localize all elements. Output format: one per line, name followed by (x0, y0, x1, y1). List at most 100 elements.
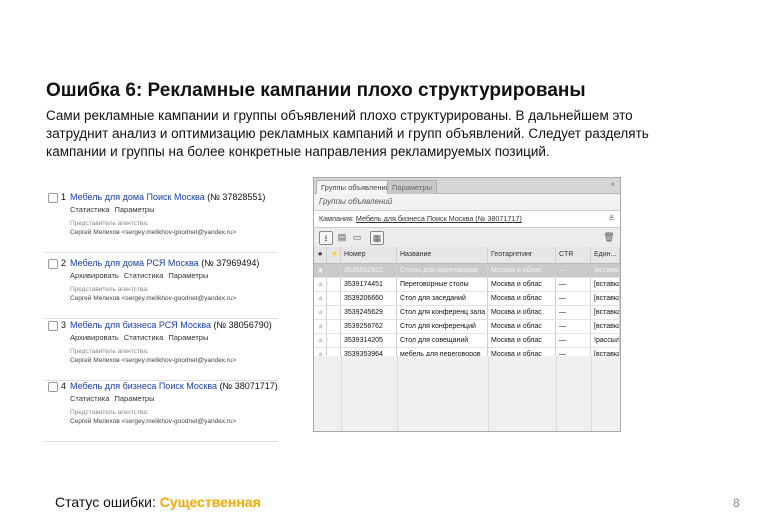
slide-description: Сами рекламные кампании и группы объявле… (46, 107, 686, 161)
cell-number: 3539174451 (341, 278, 397, 291)
cell-number: 3539314205 (341, 334, 397, 347)
star-icon[interactable]: ★ (314, 306, 327, 319)
star-icon[interactable]: ★ (314, 334, 327, 347)
campaign-item: 3 Мебель для бизнеса РСЯ Москва (№ 38056… (45, 313, 278, 381)
table-row[interactable]: ★ 3539256762 Стол для конференций Москва… (314, 320, 620, 334)
campaign-action-link[interactable]: Архивировать (70, 271, 119, 280)
campaign-link[interactable]: Мебель для бизнеса РСЯ Москва (70, 320, 211, 330)
column-header-ctr[interactable]: CTR (556, 247, 591, 263)
video-icon[interactable]: ▭ (351, 231, 363, 243)
tab-parameters[interactable]: Параметры (387, 180, 437, 194)
document-icon[interactable]: ▤ (336, 231, 348, 243)
campaign-action-link[interactable]: Архивировать (70, 333, 119, 342)
ad-groups-table: ★ ⚡ Номер Название Геотаргетинг CTR Един… (314, 247, 620, 362)
divider (341, 356, 342, 431)
campaign-checkbox[interactable] (48, 321, 58, 331)
star-icon[interactable]: ★ (314, 292, 327, 305)
cell-geo: Москва и облас (488, 264, 556, 277)
table-row[interactable]: ★ 3539206660 Стол для заседаний Москва и… (314, 292, 620, 306)
campaign-action-link[interactable]: Статистика (70, 394, 109, 403)
chevron-down-icon[interactable]: ≚ (608, 211, 615, 227)
campaign-action-link[interactable]: Статистика (124, 271, 163, 280)
tab-ad-groups[interactable]: Группы объявлений (316, 180, 395, 194)
star-icon[interactable]: ★ (314, 320, 327, 333)
trash-icon[interactable]: 🗑 (603, 231, 615, 243)
cell-number: 3539245629 (341, 306, 397, 319)
campaign-action-link[interactable]: Статистика (70, 205, 109, 214)
campaign-link[interactable]: Мебель для бизнеса Поиск Москва (70, 381, 217, 391)
campaign-number: 2 (61, 258, 67, 268)
divider (556, 356, 557, 431)
agency-contact: Сергей Мелихов <sergey.melikhov-goodnet@… (70, 229, 237, 236)
divider (488, 356, 489, 431)
campaign-item: 4 Мебель для бизнеса Поиск Москва (№ 380… (45, 374, 278, 442)
table-header: ★ ⚡ Номер Название Геотаргетинг CTR Един… (314, 247, 620, 264)
cell-name: Стол для конференций (397, 320, 488, 333)
column-header-name[interactable]: Название (397, 247, 488, 263)
description-line: кампании и группы на более конкретные на… (46, 144, 550, 159)
star-icon[interactable]: ★ (314, 278, 327, 291)
campaign-number: 4 (61, 381, 67, 391)
column-header-geo[interactable]: Геотаргетинг (488, 247, 556, 263)
cell-geo: Москва и облас (488, 278, 556, 291)
column-header-unit[interactable]: Един... (591, 247, 620, 263)
cell-ctr: — (556, 264, 591, 277)
close-icon[interactable]: × (610, 180, 615, 189)
campaign-id: (№ 38056790) (213, 320, 272, 330)
cell-unit: [вставка (591, 320, 620, 333)
slide-title: Ошибка 6: Рекламные кампании плохо струк… (46, 80, 586, 101)
cell-name: Стол для совещаний (397, 334, 488, 347)
agency-contact: Сергей Мелихов <sergey.melikhov-goodnet@… (70, 357, 237, 364)
campaign-checkbox[interactable] (48, 259, 58, 269)
star-icon[interactable]: ★ (314, 264, 327, 277)
campaign-id: (№ 37969494) (201, 258, 260, 268)
cell-unit: [вставка (591, 264, 620, 277)
divider (591, 356, 592, 431)
grid-view-icon[interactable]: ▦ (370, 231, 384, 245)
cell-number: 3535562912 (341, 264, 397, 277)
cell-number: 3539256762 (341, 320, 397, 333)
cell-ctr: — (556, 320, 591, 333)
campaign-checkbox[interactable] (48, 382, 58, 392)
campaign-item: 1 Мебель для дома Поиск Москва (№ 378285… (45, 185, 278, 253)
agency-label: Представитель агентства: (70, 286, 149, 293)
table-row[interactable]: ★ 3539174451 Переговорные столы Москва и… (314, 278, 620, 292)
campaign-action-link[interactable]: Параметры (114, 394, 154, 403)
campaign-link[interactable]: Мебель для дома Поиск Москва (70, 192, 205, 202)
description-line: Сами рекламные кампании и группы объявле… (46, 108, 633, 123)
table-empty-area (314, 356, 620, 431)
download-icon[interactable]: ⭳ (319, 231, 333, 245)
page-number: 8 (733, 496, 740, 510)
cell-name: Стол для конференц зала (397, 306, 488, 319)
window-tabs: Группы объявлений Параметры × (314, 178, 620, 194)
cell-geo: Москва и облас (488, 292, 556, 305)
campaign-selector-value: Мебель для бизнеса Поиск Москва (№ 38071… (355, 214, 522, 223)
campaign-number: 1 (61, 192, 67, 202)
flash-column-header[interactable]: ⚡ (327, 247, 341, 263)
campaign-checkbox[interactable] (48, 193, 58, 203)
cell-geo: Москва и облас (488, 334, 556, 347)
campaign-action-link[interactable]: Параметры (114, 205, 154, 214)
cell-unit: [вставка (591, 292, 620, 305)
cell-ctr: — (556, 292, 591, 305)
ad-groups-window: Группы объявлений Параметры × Группы объ… (313, 177, 621, 432)
campaign-action-link[interactable]: Параметры (168, 271, 208, 280)
campaign-selector[interactable]: Кампания: Мебель для бизнеса Поиск Москв… (314, 211, 620, 228)
cell-unit: !рассыл (591, 334, 620, 347)
agency-contact: Сергей Мелихов <sergey.melikhov-goodnet@… (70, 418, 237, 425)
cell-ctr: — (556, 334, 591, 347)
table-row[interactable]: ★ 3535562912 Столы для переговоров Москв… (314, 264, 620, 278)
campaign-action-link[interactable]: Статистика (124, 333, 163, 342)
campaign-number: 3 (61, 320, 67, 330)
table-row[interactable]: ★ 3539245629 Стол для конференц зала Мос… (314, 306, 620, 320)
campaign-id: (№ 38071717) (219, 381, 278, 391)
cell-unit: [вставка (591, 278, 620, 291)
table-row[interactable]: ★ 3539314205 Стол для совещаний Москва и… (314, 334, 620, 348)
campaign-action-link[interactable]: Параметры (168, 333, 208, 342)
column-header-number[interactable]: Номер (341, 247, 397, 263)
star-column-header[interactable]: ★ (314, 247, 327, 263)
campaign-link[interactable]: Мебель для дома РСЯ Москва (70, 258, 199, 268)
window-title: Группы объявлений (314, 194, 620, 211)
agency-contact: Сергей Мелихов <sergey.melikhov-goodnet@… (70, 295, 237, 302)
agency-label: Представитель агентства: (70, 348, 149, 355)
